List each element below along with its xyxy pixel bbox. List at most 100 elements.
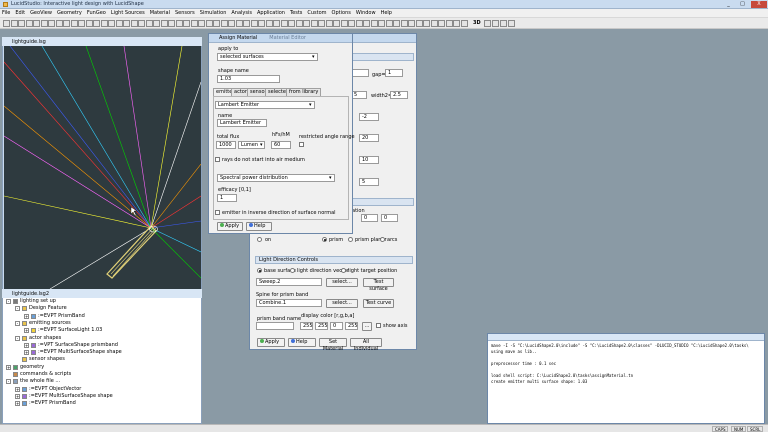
toolbar-tool-icon[interactable] [40,20,48,27]
toolbar-tool-icon[interactable] [355,20,363,27]
toolbar-tool-icon[interactable] [385,20,393,27]
toolbar-tool-icon[interactable] [183,20,190,27]
toolbar-tool-icon[interactable] [243,20,250,27]
toolbar-tool-icon[interactable] [18,20,25,27]
toolbar-tool-icon[interactable] [258,20,265,27]
rays-air-checkbox[interactable] [215,157,220,162]
all-individual-button[interactable]: All Individual [350,338,382,352]
toolbar-tool-icon[interactable] [63,20,70,27]
menu-custom[interactable]: Custom [307,10,326,16]
collapse-icon[interactable]: - [15,306,20,312]
menu-analysis[interactable]: Analysis [231,10,252,16]
gap-field[interactable]: 1 [385,69,403,77]
tree-item[interactable]: - Design Feature [15,305,67,312]
toolbar-tool-icon[interactable] [295,20,303,27]
select-surface-button[interactable]: select... [326,278,358,287]
color-picker-button[interactable]: ... [362,322,372,331]
toolbar-tool-icon[interactable] [423,20,430,27]
toolbar-tool-icon[interactable] [85,20,93,27]
minimize-button[interactable]: _ [722,1,735,8]
color-a-field[interactable]: 255 [345,322,358,330]
radio-on[interactable] [257,237,262,242]
viewport-canvas[interactable] [4,46,201,289]
expand-icon[interactable]: + [24,342,29,348]
toolbar-tool-icon[interactable] [220,20,228,27]
toolbar-tool-icon[interactable] [33,20,40,27]
toolbar-tool-icon[interactable] [250,20,258,27]
toolbar-tool-icon[interactable] [408,20,415,27]
toolbar-tool-icon[interactable] [160,20,168,27]
toolbar-tool-icon[interactable] [78,20,85,27]
toolbar-view-icon[interactable] [484,20,491,27]
tree-item[interactable]: +:=EVPT PrismBand [24,313,85,320]
toolbar-tool-icon[interactable] [138,20,145,27]
menu-edit[interactable]: Edit [15,10,25,16]
maximize-button[interactable]: □ [736,1,749,8]
toolbar-tool-icon[interactable] [438,20,445,27]
menu-sensors[interactable]: Sensors [175,10,195,16]
expand-icon[interactable]: + [24,313,29,319]
menu-fungeo[interactable]: FunGeo [87,10,106,16]
toolbar-tool-icon[interactable] [235,20,243,27]
apply-to-select[interactable]: selected surfaces [217,53,318,61]
radio-prism-planar[interactable] [348,237,353,242]
collapse-icon[interactable]: - [15,335,20,341]
toolbar-tool-icon[interactable] [370,20,378,27]
collapse-icon[interactable]: - [6,379,11,385]
toolbar-tool-icon[interactable] [363,20,370,27]
tab-from-library[interactable]: from library [286,88,322,96]
select-spine-button[interactable]: select... [326,299,358,308]
field-d[interactable]: 10 [359,156,379,164]
radio-prism[interactable] [322,237,327,242]
width2-field[interactable]: 2.5 [390,91,408,99]
toolbar-tool-icon[interactable] [430,20,438,27]
toolbar-view-icon[interactable] [492,20,499,27]
toolbar-tool-icon[interactable] [280,20,288,27]
toolbar-tool-icon[interactable] [445,20,453,27]
efficacy-field[interactable]: 1 [217,194,237,202]
toolbar-tool-icon[interactable] [453,20,460,27]
menu-file[interactable]: File [2,10,10,16]
console-window[interactable]: mave -I -S "C:\LucidShape2.0\include" -S… [487,333,765,424]
toolbar-tool-icon[interactable] [318,20,325,27]
toolbar-tool-icon[interactable] [145,20,153,27]
toolbar-tool-icon[interactable] [108,20,115,27]
tree-item[interactable]: sensor shapes [15,356,65,363]
toolbar-tool-icon[interactable] [10,20,18,27]
toolbar-view-icon[interactable] [508,20,515,27]
inverse-direction-checkbox[interactable] [215,210,220,215]
expand-icon[interactable]: + [15,401,20,407]
set-material-button[interactable]: Set Material [319,338,347,352]
toolbar-tool-icon[interactable] [340,20,348,27]
emitter-type-select[interactable]: Lambert Emitter [215,101,315,109]
toolbar-tool-icon[interactable] [55,20,63,27]
toolbar-tool-icon[interactable] [70,20,78,27]
radio-light-target-position[interactable] [341,268,346,273]
color-g-field[interactable]: 255 [315,322,328,330]
tree-item[interactable]: +:=EVPT SurfaceLight 1.03 [24,327,102,334]
toolbar-tool-icon[interactable] [115,20,123,27]
toolbar-tool-icon[interactable] [415,20,423,27]
close-button[interactable]: X [751,1,767,8]
toolbar-tool-icon[interactable] [130,20,138,27]
menu-light-sources[interactable]: Light Sources [111,10,145,16]
toolbar-tool-icon[interactable] [400,20,408,27]
tree-item[interactable]: - lighting set up [6,298,56,305]
help-button[interactable]: Help [246,222,272,231]
toolbar-tool-icon[interactable] [228,20,235,27]
combine-field[interactable]: Combine.1 [256,299,322,307]
toolbar-tool-icon[interactable] [460,20,468,27]
light-direction-controls-header[interactable]: Light Direction Controls [255,256,413,264]
radio-light-direction-vector[interactable] [290,268,295,273]
color-r-field[interactable]: 255 [300,322,313,330]
collapse-icon[interactable]: - [15,320,20,326]
toolbar-tool-icon[interactable] [288,20,295,27]
toolbar-tool-icon[interactable] [205,20,213,27]
tree-item[interactable]: + geometry [6,364,44,371]
tree-item[interactable]: +:=EVPT MultiSurfaceShape shape [15,393,113,400]
collapse-icon[interactable]: - [6,299,11,304]
toolbar-tool-icon[interactable] [153,20,160,27]
toolbar-tool-icon[interactable] [310,20,318,27]
toolbar-tool-icon[interactable] [393,20,400,27]
restricted-angle-checkbox[interactable] [299,142,304,147]
